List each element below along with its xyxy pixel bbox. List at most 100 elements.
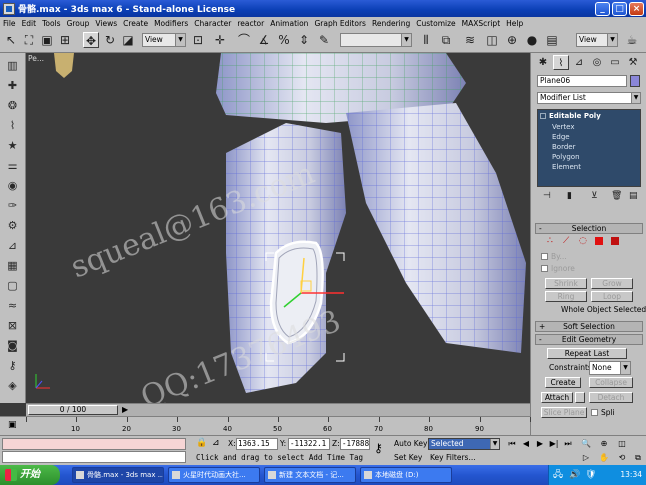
bend-icon[interactable]: ⌇ — [5, 119, 20, 133]
app-icon[interactable] — [3, 2, 15, 15]
stack-icon[interactable]: ⚌ — [5, 159, 20, 173]
show-end-result-icon[interactable]: ▮ — [567, 191, 572, 201]
mini-curve-editor-icon[interactable]: ▣ — [8, 420, 17, 430]
absolute-mode-icon[interactable]: ⊿ — [212, 438, 220, 448]
repeat-last-button[interactable]: Repeat Last — [547, 348, 627, 359]
stack-border[interactable]: Border — [552, 143, 575, 151]
snaps-toggle-icon[interactable]: ⌒ — [236, 32, 252, 48]
named-selection-sets-dropdown[interactable]: ▼ — [340, 33, 412, 47]
bone-tools-icon[interactable]: ✚ — [5, 79, 20, 93]
render-scene-icon[interactable]: ▤ — [544, 32, 560, 48]
viewport-label[interactable]: Pe... — [28, 54, 44, 63]
menu-maxscript[interactable]: MAXScript — [462, 19, 501, 28]
taskbar-item-notepad[interactable]: 新建 文本文档 - 记... — [264, 467, 356, 483]
menu-file[interactable]: File — [3, 19, 16, 28]
time-slider-thumb[interactable]: 0 / 100 — [28, 405, 118, 415]
pivot-center-icon[interactable]: ⊡ — [190, 32, 206, 48]
soft-selection-rollout[interactable]: + Soft Selection — [535, 321, 643, 332]
display-tab-icon[interactable]: ▭ — [607, 55, 623, 70]
menu-graph-editors[interactable]: Graph Editors — [314, 19, 366, 28]
zoom-all-icon[interactable]: ⊕ — [598, 438, 610, 449]
object-color-swatch[interactable] — [630, 75, 640, 87]
modify-tab-icon[interactable]: ⌇ — [553, 55, 569, 70]
polygon-subobject-icon[interactable] — [595, 237, 603, 245]
select-scale-icon[interactable]: ◪ — [120, 32, 136, 48]
grow-button[interactable]: Grow — [591, 278, 633, 289]
taskbar-item-disk[interactable]: 本地磁盘 (D:) — [360, 467, 452, 483]
spinner-snap-icon[interactable]: ⇕ — [296, 32, 312, 48]
menu-rendering[interactable]: Rendering — [372, 19, 410, 28]
perspective-viewport[interactable]: Pe... squeal@163.com QQ:17376493 — [26, 53, 530, 403]
stack-vertex[interactable]: Vertex — [552, 123, 575, 131]
camera-icon[interactable]: ◙ — [5, 339, 20, 353]
select-move-icon[interactable]: ✥ — [83, 32, 99, 48]
brush-icon[interactable]: ✑ — [5, 199, 20, 213]
border-subobject-icon[interactable]: ◌ — [579, 236, 589, 246]
auto-key-button[interactable]: Auto Key — [394, 439, 427, 448]
skin-icon[interactable]: ❂ — [5, 99, 20, 113]
menu-character[interactable]: Character — [194, 19, 231, 28]
disk-icon[interactable]: ◉ — [5, 179, 20, 193]
material-editor-icon[interactable]: ● — [524, 32, 540, 48]
configure-modifier-sets-icon[interactable]: ▤ — [629, 191, 638, 201]
lock-selection-icon[interactable]: 🔒 — [196, 438, 207, 448]
add-time-tag[interactable]: Add Time Tag — [309, 453, 363, 462]
arc-rotate-icon[interactable]: ⟲ — [616, 452, 628, 463]
select-manipulate-icon[interactable]: ✛ — [212, 32, 228, 48]
minimize-button[interactable]: _ — [595, 1, 610, 16]
z-coordinate-field[interactable]: -17888. — [340, 438, 370, 450]
track-bar[interactable]: 10 20 30 40 50 60 70 80 90 — [26, 416, 531, 435]
star-icon[interactable]: ★ — [5, 139, 20, 153]
network-icon[interactable]: 🖧 — [553, 465, 563, 485]
angle-snap-icon[interactable]: ∡ — [256, 32, 272, 48]
y-coordinate-field[interactable]: -11322.1 — [288, 438, 330, 450]
menu-create[interactable]: Create — [123, 19, 148, 28]
security-icon[interactable]: 🛡 — [585, 465, 596, 485]
select-icon[interactable]: ↖ — [3, 32, 19, 48]
maxscript-listener-field[interactable] — [2, 438, 186, 450]
percent-snap-icon[interactable]: % — [276, 32, 292, 48]
motion-tab-icon[interactable]: ◎ — [589, 55, 605, 70]
zoom-extents-icon[interactable]: ◫ — [616, 438, 628, 449]
mesh-icon[interactable]: ▦ — [5, 259, 20, 273]
slice-plane-button[interactable]: Slice Plane — [541, 407, 587, 418]
go-to-start-icon[interactable]: ⏮ — [506, 438, 518, 449]
set-key-icon[interactable]: ⚷ — [374, 441, 383, 455]
go-to-end-icon[interactable]: ⏭ — [562, 438, 574, 449]
layer-manager-icon[interactable]: ≋ — [462, 32, 478, 48]
object-name-field[interactable]: Plane06 — [537, 75, 627, 87]
key-filters-button[interactable]: Key Filters... — [430, 453, 476, 462]
create-button[interactable]: Create — [545, 377, 581, 388]
hierarchy-tab-icon[interactable]: ⊿ — [571, 55, 587, 70]
wave-icon[interactable]: ≈ — [5, 299, 20, 313]
maximize-button[interactable]: □ — [612, 1, 627, 16]
hierarchy-icon[interactable]: ⊿ — [5, 239, 20, 253]
taskbar-item-3dsmax[interactable]: 骨骼.max - 3ds max ... — [72, 467, 164, 483]
key-icon[interactable]: ⚷ — [5, 359, 20, 373]
stack-editable-poly[interactable]: Editable Poly — [540, 112, 601, 120]
helper-icon[interactable]: ◈ — [5, 379, 20, 393]
lattice-icon[interactable]: ⊠ — [5, 319, 20, 333]
constraints-dropdown[interactable]: None ▼ — [589, 361, 631, 375]
maximize-viewport-icon[interactable]: ⧉ — [632, 452, 644, 463]
stack-edge[interactable]: Edge — [552, 133, 570, 141]
menu-group[interactable]: Group — [67, 19, 90, 28]
mirror-icon[interactable]: ⫴ — [418, 32, 434, 48]
close-button[interactable]: × — [629, 1, 644, 16]
utilities-tab-icon[interactable]: ⚒ — [625, 55, 641, 70]
menu-reactor[interactable]: reactor — [237, 19, 264, 28]
x-coordinate-field[interactable]: 1363.15 — [236, 438, 278, 450]
next-key-icon[interactable]: ▶| — [548, 438, 560, 449]
volume-icon[interactable]: 🔊 — [569, 465, 580, 485]
pin-stack-icon[interactable]: ⊣ — [543, 191, 551, 201]
edit-geometry-rollout[interactable]: - Edit Geometry — [535, 334, 643, 345]
ring-button[interactable]: Ring — [545, 291, 587, 302]
modifier-stack[interactable]: Editable Poly Vertex Edge Border Polygon… — [537, 109, 641, 187]
stack-element[interactable]: Element — [552, 163, 581, 171]
schematic-view-icon[interactable]: ⊕ — [504, 32, 520, 48]
field-of-view-icon[interactable]: ▷ — [580, 452, 592, 463]
time-slider[interactable]: 0 / 100 ▶ — [26, 403, 530, 416]
collapse-button[interactable]: Collapse — [589, 377, 633, 388]
edit-named-selections-icon[interactable]: ✎ — [316, 32, 332, 48]
container-icon[interactable]: ▥ — [5, 59, 20, 73]
